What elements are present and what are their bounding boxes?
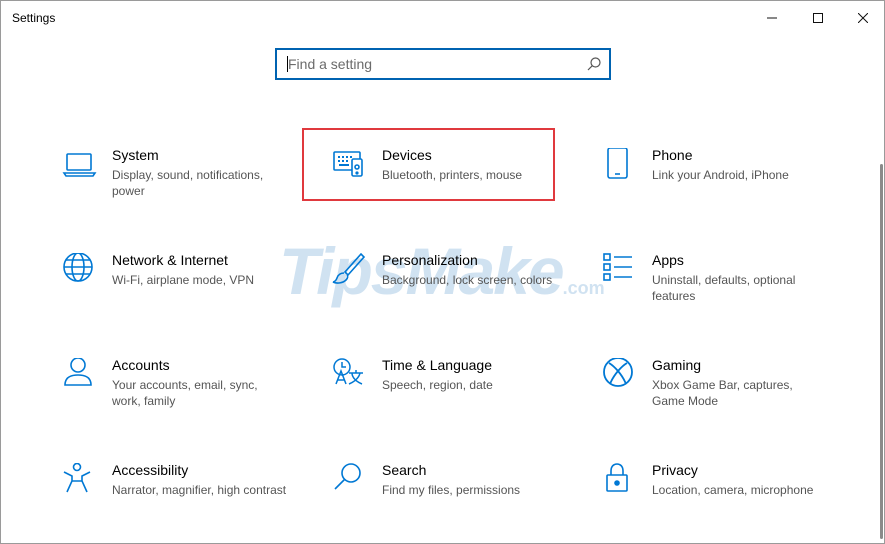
tile-description: Find my files, permissions xyxy=(382,483,521,497)
tile-label: Time & Language xyxy=(382,357,492,373)
tile-label: Search xyxy=(382,462,427,478)
apps-list-icon xyxy=(603,253,632,281)
title-bar[interactable]: Settings xyxy=(1,1,884,35)
tile-network-internet[interactable]: Network & Internet Wi-Fi, airplane mode,… xyxy=(62,252,292,343)
tile-label: Personalization xyxy=(382,252,478,268)
text-caret xyxy=(287,56,288,72)
minimize-icon xyxy=(767,17,777,19)
tile-label: Accounts xyxy=(112,357,170,373)
tile-description: Background, lock screen, colors xyxy=(382,273,553,287)
search-input[interactable] xyxy=(277,50,577,78)
search-icon xyxy=(334,463,361,490)
tile-label: System xyxy=(112,147,159,163)
tile-label: Phone xyxy=(652,147,693,163)
time-language-icon xyxy=(333,358,363,385)
tile-personalization[interactable]: Personalization Background, lock screen,… xyxy=(332,252,562,343)
tile-apps[interactable]: Apps Uninstall, defaults, optional featu… xyxy=(602,252,832,343)
tile-label: Gaming xyxy=(652,357,702,373)
tile-description: Display, sound, notifications, power xyxy=(112,168,264,198)
scrollbar[interactable] xyxy=(880,164,883,539)
phone-icon xyxy=(607,148,628,179)
tile-search[interactable]: Search Find my files, permissions xyxy=(332,462,562,544)
tile-accounts[interactable]: Accounts Your accounts, email, sync, wor… xyxy=(62,357,292,448)
xbox-icon xyxy=(603,358,633,387)
tile-label: Apps xyxy=(652,252,684,268)
tile-label: Privacy xyxy=(652,462,698,478)
settings-window: Settings TipsMake.com System Display, so… xyxy=(0,0,885,544)
maximize-button[interactable] xyxy=(795,1,841,35)
tile-description: Speech, region, date xyxy=(382,378,493,392)
window-title: Settings xyxy=(12,11,56,25)
search-box[interactable] xyxy=(275,48,611,80)
globe-icon xyxy=(63,253,93,282)
search-icon[interactable] xyxy=(586,56,602,72)
tile-description: Xbox Game Bar, captures, Game Mode xyxy=(652,378,793,408)
tile-time-language[interactable]: Time & Language Speech, region, date xyxy=(332,357,562,448)
tile-system[interactable]: System Display, sound, notifications, po… xyxy=(62,147,292,238)
devices-highlight-box xyxy=(302,128,555,201)
lock-icon xyxy=(606,463,628,492)
brush-icon xyxy=(332,253,366,284)
close-icon xyxy=(858,13,868,23)
tile-gaming[interactable]: Gaming Xbox Game Bar, captures, Game Mod… xyxy=(602,357,832,448)
tile-accessibility[interactable]: Accessibility Narrator, magnifier, high … xyxy=(62,462,292,544)
tile-description: Wi-Fi, airplane mode, VPN xyxy=(112,273,255,287)
tile-phone[interactable]: Phone Link your Android, iPhone xyxy=(602,147,832,238)
tile-label: Network & Internet xyxy=(112,252,228,268)
close-button[interactable] xyxy=(840,1,885,35)
minimize-button[interactable] xyxy=(749,1,795,35)
tile-description: Narrator, magnifier, high contrast xyxy=(112,483,287,497)
tile-label: Accessibility xyxy=(112,462,189,478)
tile-description: Uninstall, defaults, optional features xyxy=(652,273,796,303)
tile-description: Link your Android, iPhone xyxy=(652,168,789,182)
person-icon xyxy=(64,358,92,386)
laptop-icon xyxy=(62,153,97,177)
tile-privacy[interactable]: Privacy Location, camera, microphone xyxy=(602,462,832,544)
accessibility-icon xyxy=(63,463,91,493)
tile-description: Location, camera, microphone xyxy=(652,483,814,497)
tile-description: Your accounts, email, sync, work, family xyxy=(112,378,258,408)
maximize-icon xyxy=(813,13,823,23)
